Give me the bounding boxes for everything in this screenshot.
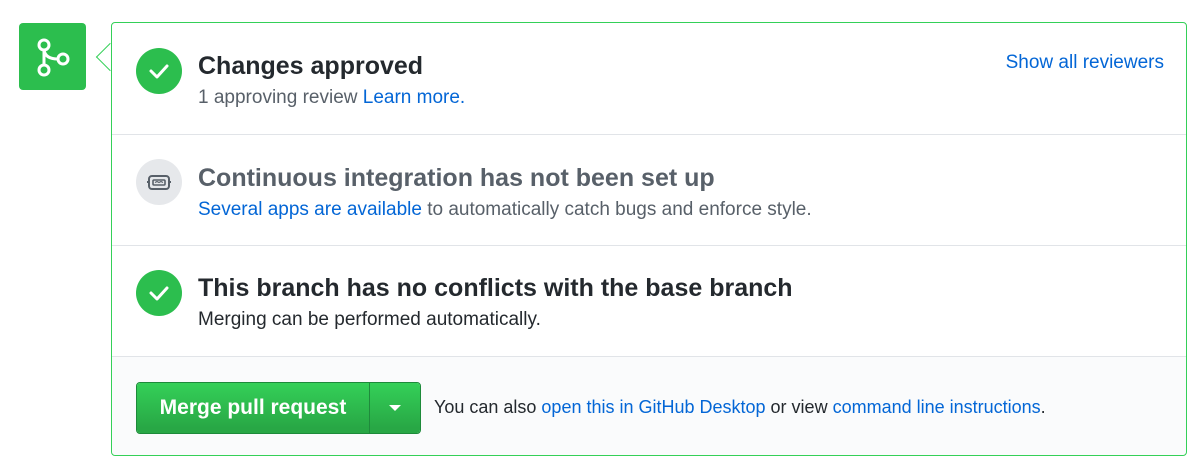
- merge-status-box: Changes approved 1 approving review Lear…: [111, 22, 1187, 456]
- ci-section: Continuous integration has not been set …: [112, 135, 1186, 246]
- triangle-down-icon: [389, 405, 401, 411]
- conflicts-description: Merging can be performed automatically.: [198, 309, 541, 330]
- merge-options-dropdown[interactable]: [370, 383, 420, 433]
- merge-text-prefix: You can also: [434, 397, 542, 417]
- ci-title: Continuous integration has not been set …: [198, 164, 715, 192]
- apps-available-link[interactable]: Several apps are available: [198, 199, 422, 220]
- check-icon: [149, 64, 169, 79]
- approved-status: [136, 48, 182, 94]
- git-merge-badge: [19, 23, 86, 90]
- approved-section: Changes approved 1 approving review Lear…: [112, 23, 1186, 135]
- merge-text-middle: or view: [765, 397, 833, 417]
- conflicts-title: This branch has no conflicts with the ba…: [198, 274, 793, 302]
- ci-description-text: to automatically catch bugs and enforce …: [421, 199, 812, 220]
- approved-title: Changes approved: [198, 52, 424, 80]
- open-github-desktop-link[interactable]: open this in GitHub Desktop: [541, 397, 765, 417]
- approved-description: 1 approving review Learn more.: [198, 87, 465, 109]
- check-icon: [149, 286, 169, 301]
- conflicts-section: This branch has no conflicts with the ba…: [112, 246, 1186, 357]
- ci-robot-icon: [147, 175, 171, 190]
- merge-text-suffix: .: [1040, 397, 1046, 417]
- merge-pull-request-button[interactable]: Merge pull request: [137, 383, 370, 433]
- approving-review-count: 1 approving review: [198, 87, 358, 108]
- merge-alternatives-text: You can also open this in GitHub Desktop…: [434, 397, 1046, 418]
- show-all-reviewers-link[interactable]: Show all reviewers: [1006, 52, 1164, 74]
- ci-description: Several apps are available to automatica…: [198, 199, 812, 221]
- command-line-instructions-link[interactable]: command line instructions: [833, 397, 1041, 417]
- git-merge-icon: [37, 38, 69, 76]
- merge-section: Merge pull request You can also open thi…: [112, 357, 1186, 455]
- conflicts-status: [136, 270, 182, 316]
- ci-status: [136, 159, 182, 205]
- learn-more-link[interactable]: Learn more.: [363, 87, 465, 108]
- merge-button-group: Merge pull request: [136, 382, 421, 434]
